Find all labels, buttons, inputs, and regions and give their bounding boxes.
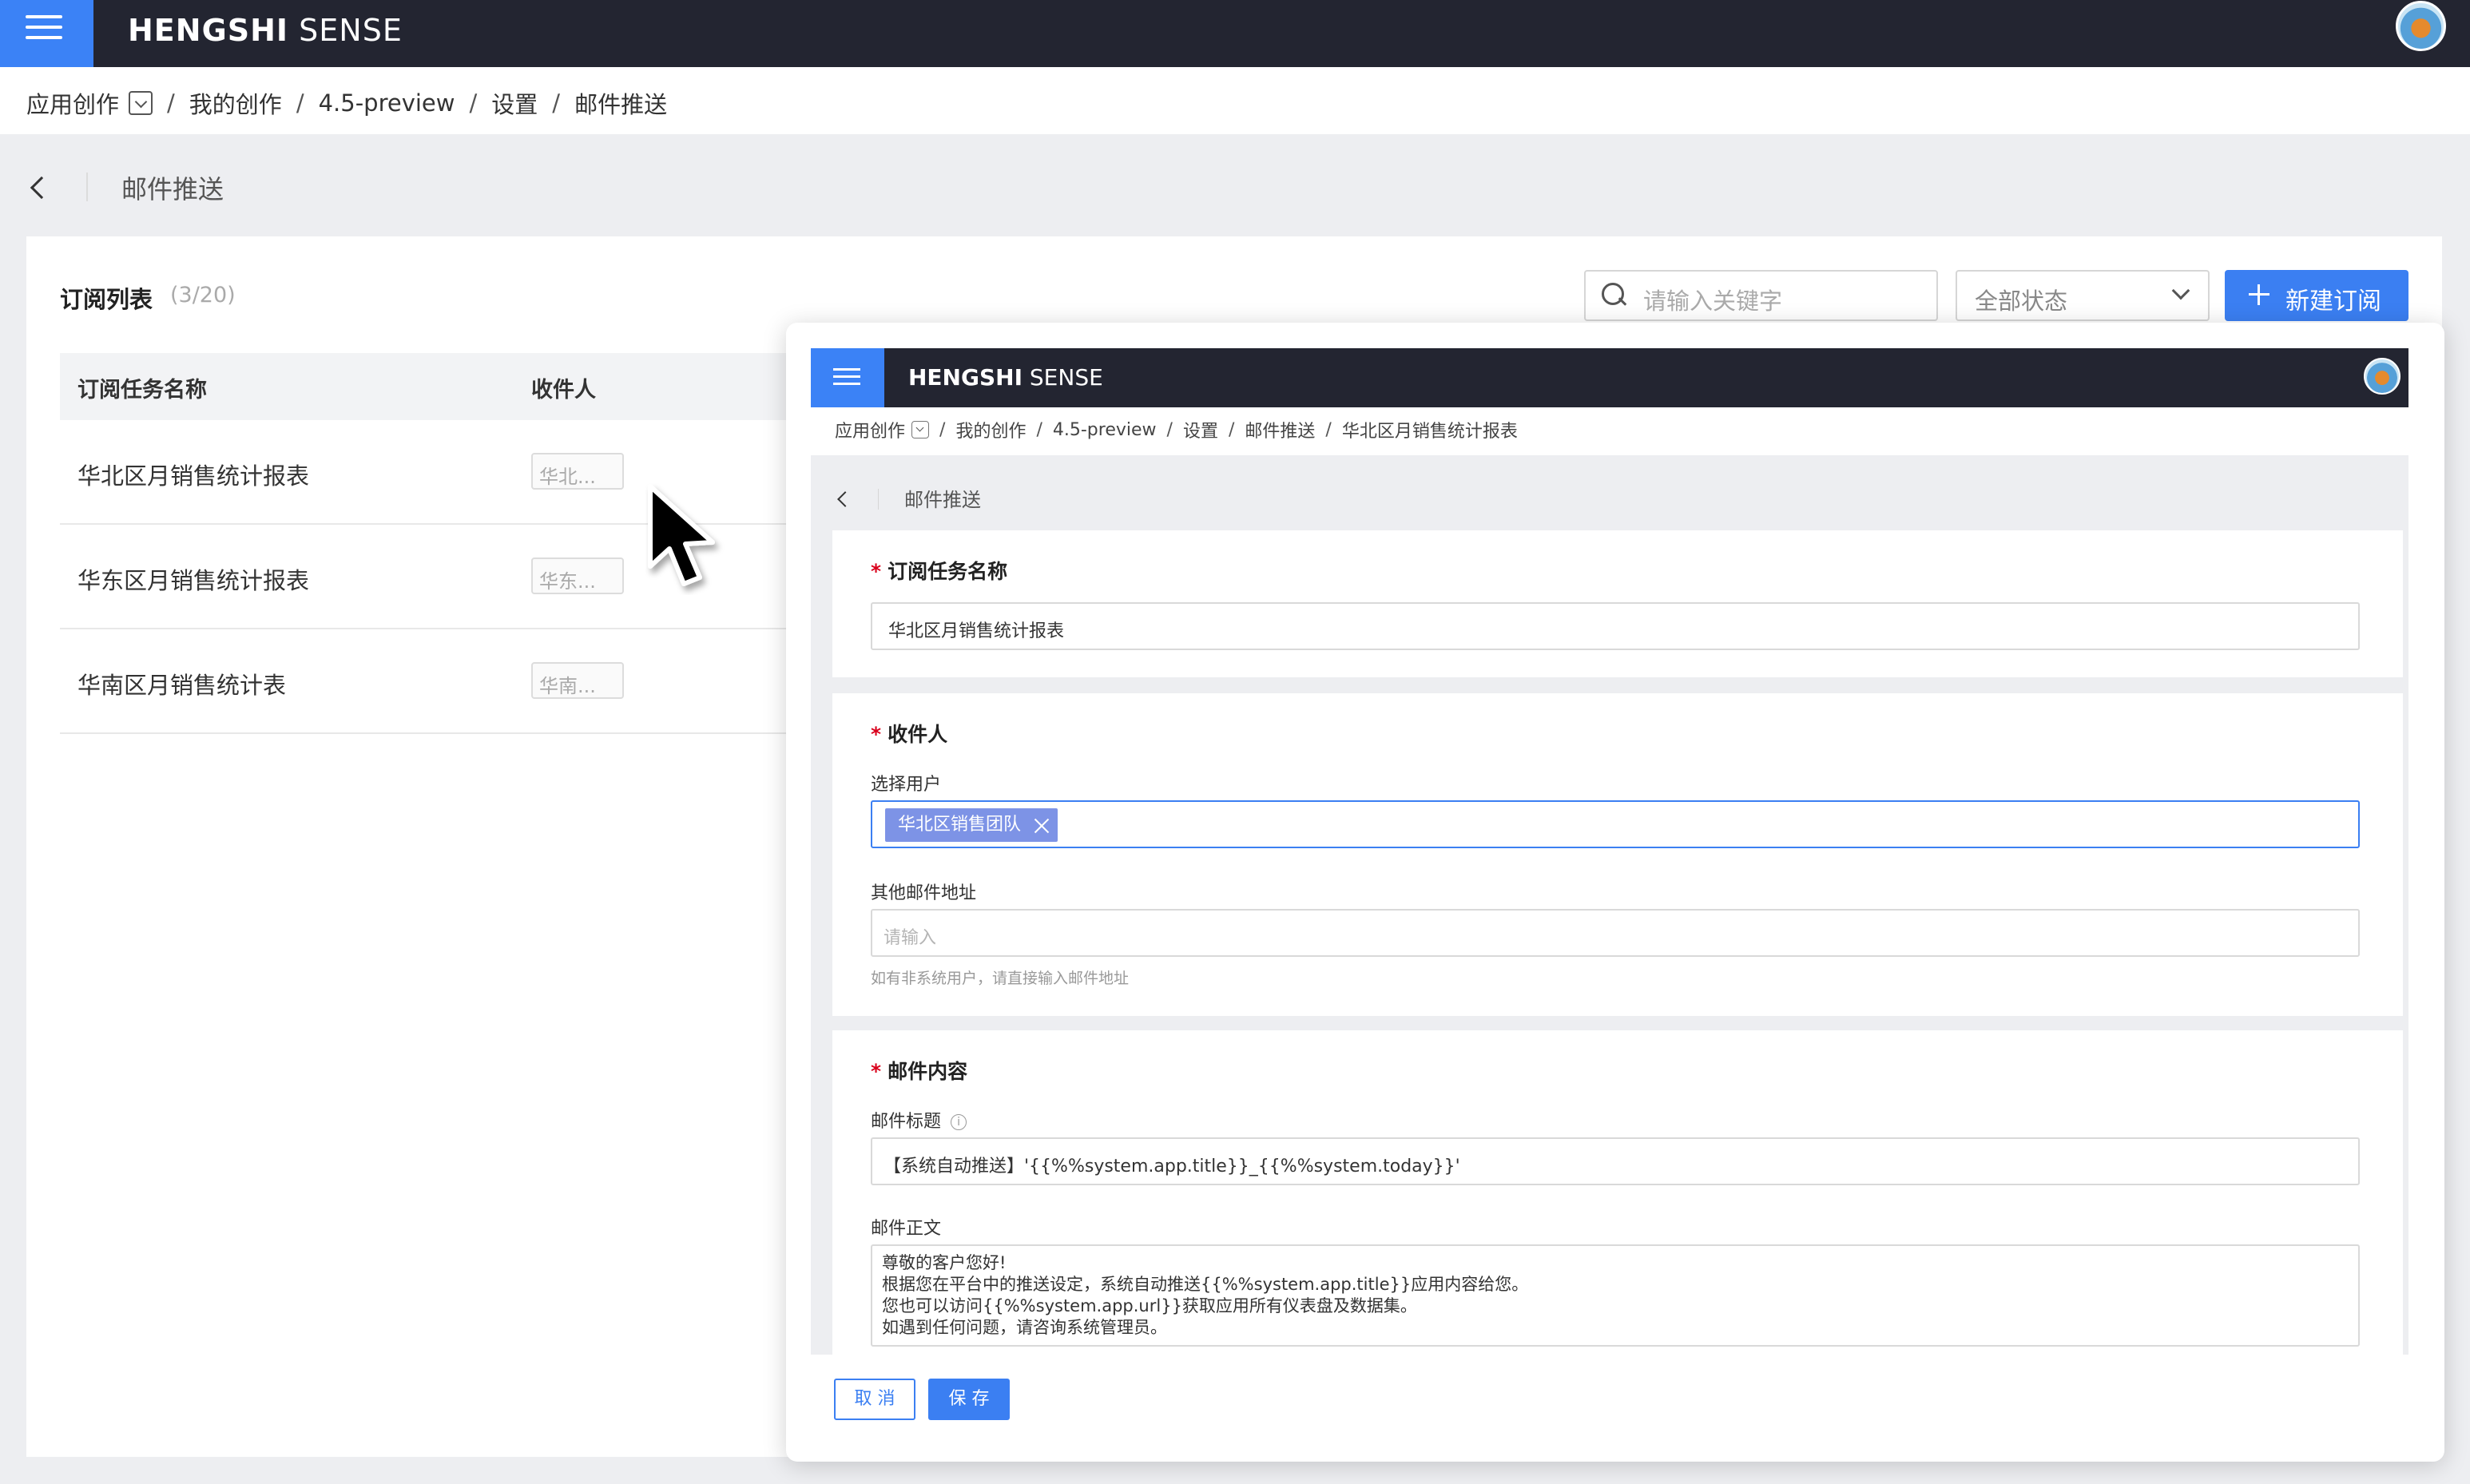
recipient-section: * 收件人 选择用户 华北区销售团队 其他邮件地址 请输入 如有非系统用户，请直接… [832, 693, 2403, 1016]
divider [878, 489, 879, 510]
brand-logo: HENGSHI SENSE [128, 13, 403, 48]
task-name-label: * 订阅任务名称 [871, 560, 1008, 583]
save-button[interactable]: 保 存 [928, 1379, 1010, 1420]
hamburger-icon [833, 368, 860, 387]
breadcrumb-item-my-creation[interactable]: 我的创作 [955, 417, 1026, 442]
divider [86, 173, 88, 201]
status-filter-select[interactable]: 全部状态 [1956, 270, 2210, 321]
hamburger-icon [26, 15, 62, 39]
breadcrumb-item-settings[interactable]: 设置 [1183, 417, 1218, 442]
new-subscription-label: 新建订阅 [2285, 288, 2381, 315]
breadcrumb: 应用创作 / 我的创作 / 4.5-preview / 设置 / 邮件推送 [0, 67, 2470, 134]
back-chevron-icon[interactable] [30, 176, 54, 200]
search-input[interactable]: 请输入关键字 [1584, 270, 1938, 321]
row-recipient: 华北... [531, 453, 624, 490]
row-recipient: 华南... [531, 662, 624, 699]
user-avatar[interactable] [2364, 358, 2401, 395]
user-avatar[interactable] [2396, 1, 2446, 51]
row-recipient: 华东... [531, 557, 624, 594]
body-line: 您也可以访问{{%%system.app.url}}获取应用所有仪表盘及数据集。 [882, 1296, 1417, 1315]
chevron-down-icon[interactable] [129, 91, 153, 115]
table-row[interactable]: 华南区月销售统计表 华南... [60, 629, 827, 734]
subject-value: 【系统自动推送】'{{%%system.app.title}}_{{%%syst… [884, 1157, 1460, 1176]
column-header-recipient: 收件人 [531, 378, 596, 403]
table-header: 订阅任务名称 收件人 [60, 353, 827, 420]
recipient-label: * 收件人 [871, 723, 948, 746]
task-name-section: * 订阅任务名称 华北区月销售统计报表 [832, 530, 2403, 677]
top-navbar: HENGSHI SENSE [811, 348, 2408, 407]
task-name-input[interactable]: 华北区月销售统计报表 [871, 602, 2360, 650]
new-subscription-button[interactable]: 新建订阅 [2225, 270, 2408, 321]
page-title: 邮件推送 [121, 174, 224, 204]
body-label: 邮件正文 [871, 1219, 942, 1239]
cancel-button[interactable]: 取 消 [834, 1379, 915, 1420]
subject-label: 邮件标题 i [871, 1107, 967, 1133]
main-menu-button[interactable] [0, 0, 93, 67]
close-icon[interactable] [1034, 817, 1050, 833]
breadcrumb-item-email-push: 邮件推送 [574, 91, 668, 118]
back-chevron-icon[interactable] [837, 491, 853, 507]
edit-subscription-panel: HENGSHI SENSE 应用创作 / 我的创作 / 4.5-preview … [786, 323, 2444, 1462]
brand-logo: HENGSHI SENSE [908, 364, 1103, 391]
breadcrumb: 应用创作 / 我的创作 / 4.5-preview / 设置 / 邮件推送 / … [835, 417, 1518, 442]
selected-user-tag: 华北区销售团队 [885, 808, 1058, 842]
body-line: 尊敬的客户您好! [882, 1253, 1007, 1272]
status-filter-value: 全部状态 [1975, 288, 2068, 315]
form-body: 邮件推送 * 订阅任务名称 华北区月销售统计报表 * 收件人 选择用户 华北区销售团… [811, 455, 2408, 1355]
mouse-pointer-icon [648, 484, 715, 586]
row-name: 华北区月销售统计报表 [77, 462, 310, 490]
other-email-placeholder: 请输入 [884, 928, 937, 948]
list-count: (3/20) [170, 283, 236, 308]
body-line: 根据您在平台中的推送设定，系统自动推送{{%%system.app.title}… [882, 1275, 1529, 1294]
breadcrumb-item-app[interactable]: 4.5-preview [319, 89, 455, 117]
breadcrumb-item-my-creation[interactable]: 我的创作 [189, 86, 282, 120]
task-name-value: 华北区月销售统计报表 [888, 621, 1065, 641]
top-navbar: HENGSHI SENSE [0, 0, 2470, 67]
breadcrumb-item-email-push[interactable]: 邮件推送 [1245, 417, 1315, 442]
row-name: 华南区月销售统计表 [77, 672, 287, 699]
email-content-label: * 邮件内容 [871, 1060, 968, 1083]
breadcrumb-item-settings[interactable]: 设置 [491, 86, 538, 120]
breadcrumb-item-app[interactable]: 4.5-preview [1053, 420, 1157, 440]
column-header-name: 订阅任务名称 [77, 378, 207, 403]
search-placeholder: 请输入关键字 [1643, 288, 1783, 315]
list-title: 订阅列表 [60, 286, 153, 313]
row-name: 华东区月销售统计报表 [77, 567, 310, 594]
select-user-label: 选择用户 [871, 775, 942, 795]
page-header: 邮件推送 [0, 134, 2470, 236]
other-email-label: 其他邮件地址 [871, 883, 977, 903]
breadcrumb-item-app-create[interactable]: 应用创作 [26, 86, 119, 120]
chevron-down-icon [2171, 281, 2190, 300]
chevron-down-icon[interactable] [911, 421, 930, 438]
page-title: 邮件推送 [904, 489, 981, 511]
main-menu-button[interactable] [811, 348, 884, 407]
select-user-input[interactable]: 华北区销售团队 [871, 800, 2360, 848]
email-content-section: * 邮件内容 邮件标题 i 【系统自动推送】'{{%%system.app.titl… [832, 1030, 2403, 1355]
plus-icon [2249, 284, 2269, 305]
body-textarea[interactable]: 尊敬的客户您好! 根据您在平台中的推送设定，系统自动推送{{%%system.a… [871, 1244, 2360, 1347]
body-line: 如遇到任何问题，请咨询系统管理员。 [882, 1318, 1167, 1337]
other-email-input[interactable]: 请输入 [871, 909, 2360, 957]
breadcrumb-item-task: 华北区月销售统计报表 [1341, 422, 1518, 442]
search-icon [1602, 283, 1626, 307]
info-icon[interactable]: i [951, 1114, 967, 1130]
breadcrumb-item-app-create[interactable]: 应用创作 [835, 417, 905, 442]
subject-input[interactable]: 【系统自动推送】'{{%%system.app.title}}_{{%%syst… [871, 1137, 2360, 1185]
other-email-hint: 如有非系统用户，请直接输入邮件地址 [871, 970, 1130, 987]
